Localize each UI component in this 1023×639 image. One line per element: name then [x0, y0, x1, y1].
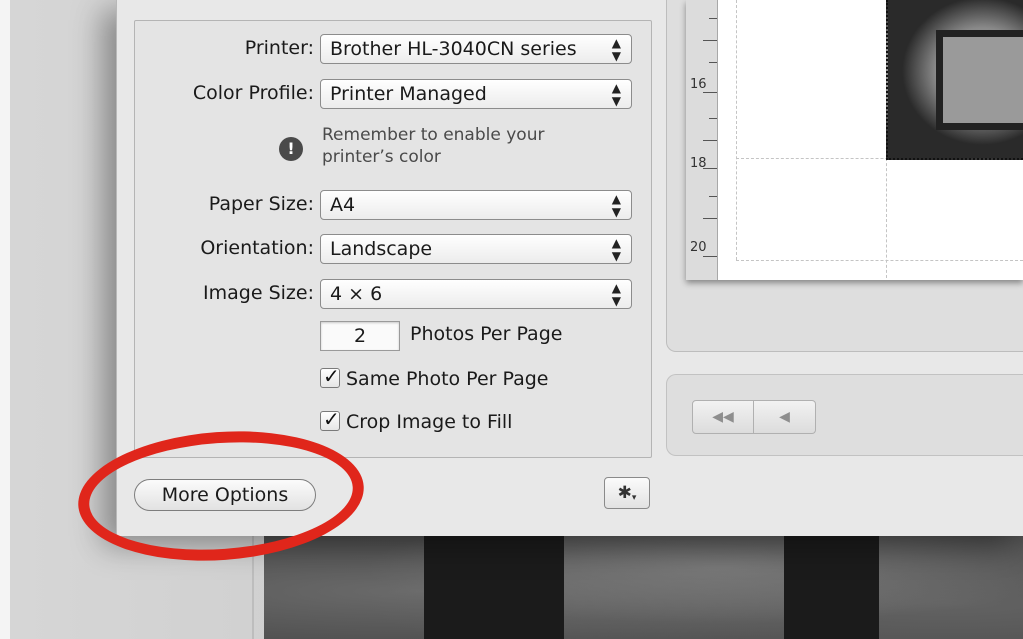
- orientation-popup[interactable]: Landscape ▲ ▼: [320, 234, 632, 264]
- ruler-number: 18: [690, 156, 707, 171]
- image-size-value: 4 × 6: [330, 283, 383, 305]
- checkmark-icon: ✓: [323, 364, 340, 388]
- orientation-label: Orientation:: [200, 237, 314, 259]
- margin-guide: [736, 0, 737, 260]
- image-size-popup[interactable]: 4 × 6 ▲ ▼: [320, 279, 632, 309]
- photos-per-page-label: Photos Per Page: [410, 323, 563, 345]
- printer-label: Printer:: [244, 37, 314, 59]
- color-profile-popup[interactable]: Printer Managed ▲ ▼: [320, 79, 632, 109]
- gear-icon: ✱: [617, 483, 632, 503]
- crop-image-label: Crop Image to Fill: [346, 411, 513, 433]
- photo-thumbnail: [886, 0, 1023, 160]
- checkmark-icon: ✓: [323, 407, 340, 431]
- crop-image-checkbox[interactable]: ✓: [320, 407, 340, 431]
- background-photo: [264, 520, 1023, 639]
- crop-image-checkbox-row[interactable]: ✓ Crop Image to Fill: [320, 407, 513, 433]
- gear-menu-button[interactable]: ✱▾: [604, 477, 650, 509]
- margin-guide: [886, 158, 887, 278]
- popup-arrows-icon: ▲ ▼: [611, 192, 621, 219]
- ruler-number: 16: [690, 77, 707, 92]
- paper-size-label: Paper Size:: [208, 193, 314, 215]
- image-size-label: Image Size:: [203, 282, 314, 304]
- popup-arrows-icon: ▲ ▼: [611, 236, 621, 263]
- popup-arrows-icon: ▲ ▼: [611, 36, 621, 63]
- vertical-ruler: 16 18 20: [686, 0, 718, 280]
- orientation-value: Landscape: [330, 238, 433, 260]
- previous-page-button[interactable]: ◀: [754, 400, 816, 434]
- color-profile-label: Color Profile:: [192, 82, 314, 104]
- color-profile-value: Printer Managed: [330, 83, 487, 105]
- chevron-down-icon: ▾: [631, 493, 637, 503]
- same-photo-checkbox[interactable]: ✓: [320, 364, 340, 388]
- printer-value: Brother HL-3040CN series: [330, 38, 577, 60]
- color-warning-text: Remember to enable your printer’s color: [322, 125, 545, 167]
- same-photo-checkbox-row[interactable]: ✓ Same Photo Per Page: [320, 364, 549, 390]
- ruler-number: 20: [690, 240, 707, 255]
- first-page-button[interactable]: ◀◀: [692, 400, 754, 434]
- same-photo-label: Same Photo Per Page: [346, 368, 549, 390]
- popup-arrows-icon: ▲ ▼: [611, 281, 621, 308]
- margin-guide: [736, 260, 1023, 261]
- paper-size-popup[interactable]: A4 ▲ ▼: [320, 190, 632, 220]
- paper-size-value: A4: [330, 194, 356, 216]
- warning-icon: !: [279, 137, 303, 161]
- printer-popup[interactable]: Brother HL-3040CN series ▲ ▼: [320, 34, 632, 64]
- popup-arrows-icon: ▲ ▼: [611, 81, 621, 108]
- photos-per-page-input[interactable]: 2: [320, 321, 400, 351]
